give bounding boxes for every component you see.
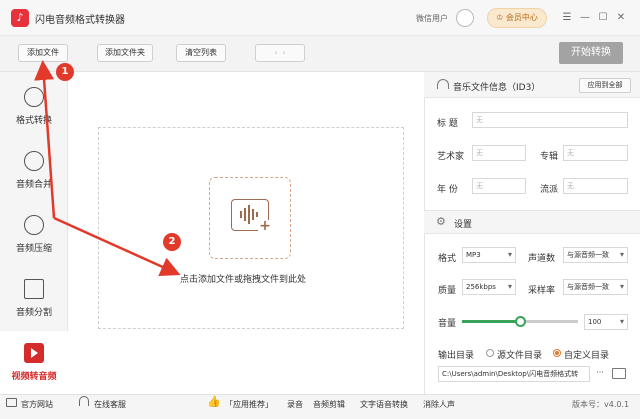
format-select[interactable]: MP3 xyxy=(462,247,516,263)
thumbs-up-icon: 👍 xyxy=(207,395,221,408)
app-title: 闪电音频格式转换器 xyxy=(35,15,125,26)
channel-select[interactable]: 与源音频一致 xyxy=(563,247,628,263)
refresh-icon xyxy=(24,87,44,107)
plus-icon: + xyxy=(258,218,272,234)
compress-icon xyxy=(24,215,44,235)
play-icon xyxy=(24,343,44,363)
vip-center-label: 会员中心 xyxy=(505,13,538,22)
radio-custom-dir[interactable] xyxy=(553,349,561,357)
sidebar-item-label: 视频转音频 xyxy=(11,372,57,382)
sidebar-item-audio-compress[interactable]: 音频压缩 xyxy=(0,203,68,267)
headphones-icon xyxy=(437,79,449,89)
sidebar-item-audio-merge[interactable]: 音频合并 xyxy=(0,139,68,203)
settings-title: 设置 xyxy=(454,220,473,230)
menu-icon[interactable]: ☰ xyxy=(560,11,574,25)
start-convert-button[interactable]: 开始转换 xyxy=(559,42,623,64)
sidebar-item-label: 音频压缩 xyxy=(15,244,52,254)
online-support-link[interactable]: 在线客服 xyxy=(94,399,126,410)
app-recommend-label: 「应用推荐」 xyxy=(225,400,273,409)
chevron-right-icon: › xyxy=(282,48,286,57)
volume-slider-thumb[interactable] xyxy=(515,316,526,327)
app-logo-icon: ♪ xyxy=(11,9,29,27)
minimize-icon[interactable]: — xyxy=(578,11,592,25)
sample-rate-label: 采样率 xyxy=(528,286,556,296)
split-icon xyxy=(24,279,44,299)
apply-to-all-button[interactable]: 应用到全部 xyxy=(579,78,631,93)
recorder-link[interactable]: 录音 xyxy=(287,399,303,410)
tts-link[interactable]: 文字语音转换 xyxy=(360,399,408,410)
volume-value: 100 xyxy=(588,318,602,326)
vocal-remover-link[interactable]: 消除人声 xyxy=(423,399,455,410)
step-2-badge: 2 xyxy=(163,233,181,251)
sidebar-item-label: 音频分割 xyxy=(15,308,52,318)
add-folder-button[interactable]: 添加文件夹 xyxy=(97,44,153,62)
sidebar-item-video-to-audio[interactable]: 视频转音频 xyxy=(0,331,68,395)
step-1-badge: 1 xyxy=(56,63,74,81)
toolbar xyxy=(0,36,640,72)
volume-label: 音量 xyxy=(438,319,457,329)
user-name[interactable]: 微信用户 xyxy=(416,13,448,24)
artist-label: 艺术家 xyxy=(437,152,465,162)
genre-input[interactable]: 无 xyxy=(563,178,628,194)
clear-list-button[interactable]: 清空列表 xyxy=(176,44,226,62)
artist-input[interactable]: 无 xyxy=(472,145,526,161)
genre-label: 流派 xyxy=(540,185,559,195)
radio-source-dir[interactable] xyxy=(486,349,494,357)
sample-rate-value: 与源音频一致 xyxy=(567,283,609,291)
album-input[interactable]: 无 xyxy=(563,145,628,161)
source-dir-option-label[interactable]: 源文件目录 xyxy=(497,348,542,361)
output-dir-label: 输出目录 xyxy=(438,351,475,361)
sample-rate-select[interactable]: 与源音频一致 xyxy=(563,279,628,295)
folder-icon[interactable] xyxy=(612,368,626,379)
sidebar-item-audio-split[interactable]: 音频分割 xyxy=(0,267,68,331)
quality-value: 256kbps xyxy=(466,283,496,291)
vip-center-button[interactable]: ♔ 会员中心 xyxy=(487,8,547,28)
output-path-input[interactable]: C:\Users\admin\Desktop\闪电音频格式转 xyxy=(438,366,590,382)
volume-stepper[interactable]: 100 xyxy=(584,314,628,330)
format-label: 格式 xyxy=(438,254,457,264)
custom-dir-option-label[interactable]: 自定义目录 xyxy=(564,348,609,361)
close-icon[interactable]: ✕ xyxy=(614,11,628,25)
quality-label: 质量 xyxy=(438,286,457,296)
sidebar-item-label: 格式转换 xyxy=(15,116,52,126)
title-input[interactable]: 无 xyxy=(472,112,628,128)
official-website-link[interactable]: 官方网站 xyxy=(21,399,53,410)
more-options-button[interactable]: ··· xyxy=(592,366,608,382)
volume-slider-fill xyxy=(462,320,520,323)
add-file-button[interactable]: 添加文件 xyxy=(18,44,68,62)
merge-icon xyxy=(24,151,44,171)
title-label: 标 题 xyxy=(437,119,458,129)
audio-clip-link[interactable]: 音频剪辑 xyxy=(313,399,345,410)
id3-section-title: 音乐文件信息（ID3） xyxy=(453,83,541,93)
drop-hint-text[interactable]: 点击添加文件或拖拽文件到此处 xyxy=(180,272,306,285)
maximize-icon[interactable]: ☐ xyxy=(596,11,610,25)
quality-select[interactable]: 256kbps xyxy=(462,279,516,295)
version-label: 版本号：v4.0.1 xyxy=(572,400,630,409)
channel-value: 与源音频一致 xyxy=(567,251,609,259)
year-label: 年 份 xyxy=(437,185,458,195)
sidebar-item-label: 音频合并 xyxy=(15,180,52,190)
chevron-left-icon: ‹ xyxy=(274,48,278,57)
crown-icon: ♔ xyxy=(496,13,504,22)
headset-icon xyxy=(79,396,89,406)
sort-button[interactable]: ‹ › xyxy=(255,44,305,62)
year-input[interactable]: 无 xyxy=(472,178,526,194)
avatar[interactable] xyxy=(456,9,474,27)
channel-label: 声道数 xyxy=(528,254,556,264)
album-label: 专辑 xyxy=(540,152,559,162)
monitor-icon xyxy=(6,398,17,407)
sidebar-item-format-convert[interactable]: 格式转换 xyxy=(0,75,68,139)
gear-icon: ⚙ xyxy=(436,215,446,228)
format-value: MP3 xyxy=(466,251,481,259)
